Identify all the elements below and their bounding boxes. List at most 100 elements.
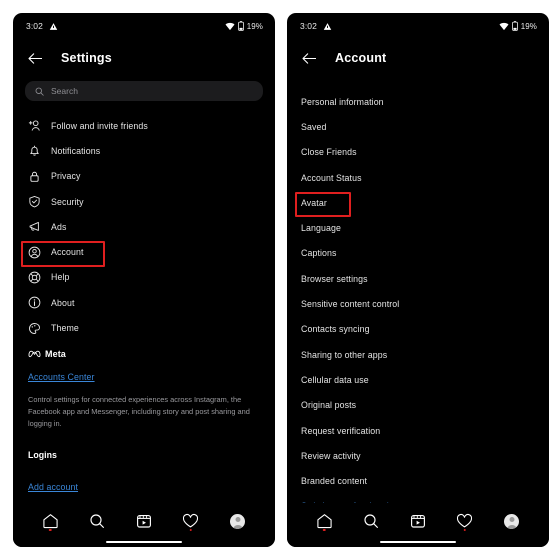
nav-search-button[interactable]	[359, 510, 383, 532]
nav-home-button[interactable]	[38, 510, 62, 532]
back-arrow-icon[interactable]	[302, 52, 317, 65]
bottom-nav-right	[287, 503, 549, 547]
account-item-label: Request verification	[301, 425, 381, 436]
account-item-label: Review activity	[301, 450, 361, 461]
account-item-sharing-to-other-apps[interactable]: Sharing to other apps	[287, 342, 549, 367]
wifi-icon	[499, 22, 509, 30]
account-item-original-posts[interactable]: Original posts	[287, 393, 549, 418]
sidebar-item-label: Account	[51, 247, 84, 258]
nav-profile-button[interactable]	[500, 510, 524, 532]
account-item-sensitive-content-control[interactable]: Sensitive content control	[287, 291, 549, 316]
sidebar-item-label: Help	[51, 272, 70, 283]
status-bar-right-group: 19%	[499, 21, 537, 31]
page-title: Account	[335, 51, 387, 65]
nav-activity-button[interactable]	[179, 510, 203, 532]
account-item-label: Account Status	[301, 172, 362, 183]
account-item-request-verification[interactable]: Request verification	[287, 418, 549, 443]
warning-triangle-icon	[49, 22, 58, 30]
search-placeholder: Search	[51, 86, 78, 96]
nav-profile-button[interactable]	[226, 510, 250, 532]
account-item-language[interactable]: Language	[287, 215, 549, 240]
account-item-label: Language	[301, 223, 341, 234]
right-phone-screen: 3:02 19% Account Personal information Sa…	[287, 13, 549, 547]
status-bar-right: 3:02 19%	[287, 13, 549, 39]
sidebar-item-account[interactable]: Account	[13, 239, 275, 268]
nav-search-button[interactable]	[85, 510, 109, 532]
meta-brand-row: Meta	[28, 349, 263, 359]
back-arrow-icon[interactable]	[28, 52, 43, 65]
meta-description: Control settings for connected experienc…	[28, 394, 250, 429]
account-item-browser-settings[interactable]: Browser settings	[287, 266, 549, 291]
account-item-label: Contacts syncing	[301, 324, 370, 335]
account-item-branded-content[interactable]: Branded content	[287, 468, 549, 493]
heart-icon	[457, 513, 473, 528]
lock-icon	[30, 171, 39, 182]
account-item-cellular-data-use[interactable]: Cellular data use	[287, 367, 549, 392]
home-icon	[43, 514, 58, 529]
add-account-link[interactable]: Add account	[28, 482, 78, 492]
status-time: 3:02	[300, 21, 317, 31]
left-phone-screen: 3:02 19% Settings Search Follow and invi…	[13, 13, 275, 547]
bottom-nav-left	[13, 503, 275, 547]
activity-badge-dot	[463, 528, 467, 531]
account-item-avatar[interactable]: Avatar	[287, 190, 549, 218]
sidebar-item-security[interactable]: Security	[13, 189, 275, 214]
wifi-icon	[225, 22, 235, 30]
meta-brand-label: Meta	[45, 348, 66, 359]
nav-activity-button[interactable]	[453, 510, 477, 532]
screenshot-stage: 3:02 19% Settings Search Follow and invi…	[0, 0, 560, 560]
battery-percent: 19%	[520, 21, 537, 31]
nav-reels-button[interactable]	[406, 510, 430, 532]
account-item-contacts-syncing[interactable]: Contacts syncing	[287, 317, 549, 342]
info-circle-icon	[28, 296, 41, 309]
search-input[interactable]: Search	[25, 81, 263, 101]
search-wrapper: Search	[13, 77, 275, 101]
account-item-label: Personal information	[301, 96, 384, 107]
profile-avatar	[230, 513, 246, 529]
sidebar-item-label: Notifications	[51, 145, 101, 156]
meta-section: Meta Accounts Center Control settings fo…	[13, 341, 275, 531]
account-item-close-friends[interactable]: Close Friends	[287, 140, 549, 165]
account-item-account-status[interactable]: Account Status	[287, 165, 549, 190]
status-bar-left: 3:02 19%	[13, 13, 275, 39]
status-bar-left-group: 3:02	[26, 21, 58, 31]
home-indicator-bar	[380, 540, 456, 543]
shield-check-icon	[29, 196, 40, 208]
accounts-center-link[interactable]: Accounts Center	[28, 372, 95, 382]
status-time: 3:02	[26, 21, 43, 31]
account-list: Personal information Saved Close Friends…	[287, 77, 549, 519]
sidebar-item-notifications[interactable]: Notifications	[13, 138, 275, 163]
palette-icon	[29, 322, 40, 334]
sidebar-item-ads[interactable]: Ads	[13, 214, 275, 239]
account-item-saved[interactable]: Saved	[287, 114, 549, 139]
add-account-row[interactable]: Add account	[28, 477, 263, 495]
sidebar-item-privacy[interactable]: Privacy	[13, 164, 275, 189]
account-item-captions[interactable]: Captions	[287, 241, 549, 266]
nav-reels-button[interactable]	[132, 510, 156, 532]
sidebar-item-label: About	[51, 297, 75, 308]
account-item-label: Original posts	[301, 400, 357, 411]
sidebar-item-about[interactable]: About	[13, 290, 275, 315]
page-title: Settings	[61, 51, 112, 65]
right-app-bar: Account	[287, 39, 549, 77]
account-item-personal-information[interactable]: Personal information	[287, 89, 549, 114]
profile-avatar	[504, 513, 520, 529]
sidebar-item-label: Privacy	[51, 171, 81, 182]
reels-icon	[411, 515, 425, 528]
activity-badge-dot	[189, 528, 193, 531]
nav-home-button[interactable]	[312, 510, 336, 532]
reels-icon	[137, 515, 151, 528]
sidebar-item-theme[interactable]: Theme	[13, 315, 275, 340]
battery-percent: 19%	[246, 21, 263, 31]
home-badge-dot	[49, 528, 52, 531]
account-item-review-activity[interactable]: Review activity	[287, 443, 549, 468]
account-item-label: Sensitive content control	[301, 299, 400, 310]
sidebar-item-help[interactable]: Help	[13, 265, 275, 290]
home-badge-dot	[323, 528, 326, 531]
account-item-label: Captions	[301, 248, 337, 259]
sidebar-item-label: Follow and invite friends	[51, 120, 148, 131]
account-item-label: Sharing to other apps	[301, 349, 388, 360]
status-bar-left-group: 3:02	[300, 21, 332, 31]
sidebar-item-follow-and-invite-friends[interactable]: Follow and invite friends	[13, 113, 275, 138]
megaphone-icon	[29, 222, 39, 232]
